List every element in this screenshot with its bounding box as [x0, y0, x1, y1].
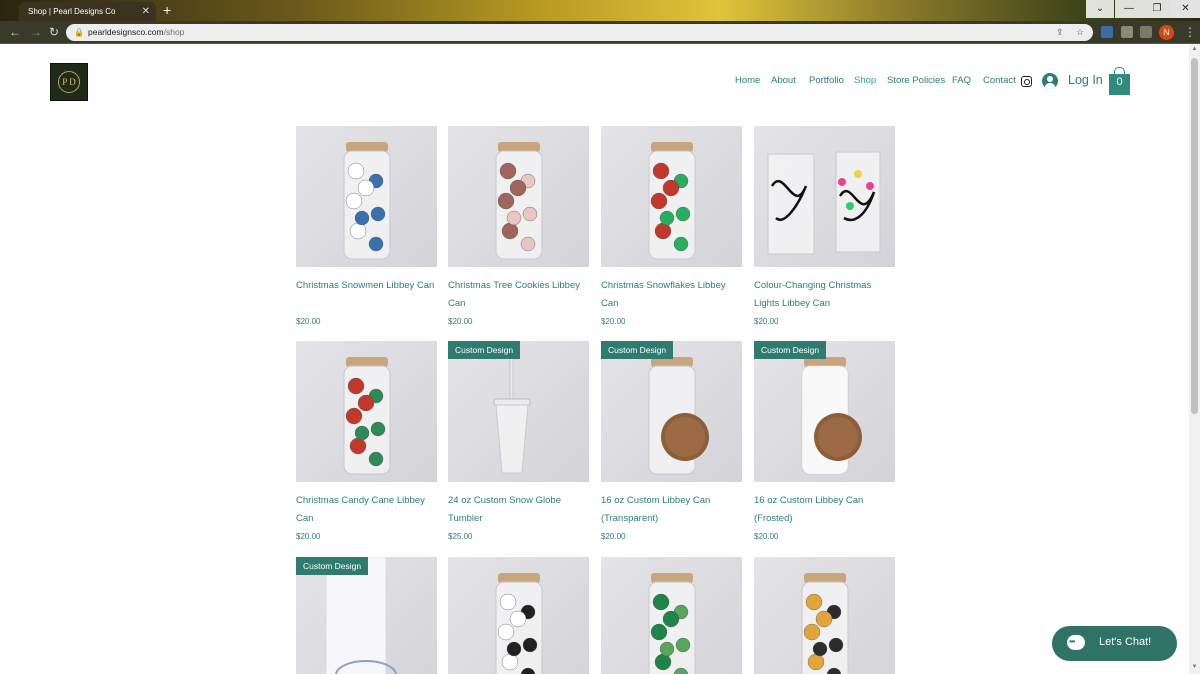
scroll-thumb[interactable]: [1191, 58, 1198, 414]
address-bar[interactable]: 🔒 pearldesignsco.com/shop ⇪ ☆: [66, 24, 1093, 41]
nav-about[interactable]: About: [771, 75, 796, 86]
chat-label: Let's Chat!: [1099, 636, 1152, 648]
product-price: $20.00: [754, 532, 779, 541]
chat-button[interactable]: Let's Chat!: [1052, 626, 1177, 661]
browser-tab[interactable]: Shop | Pearl Designs Co ✕: [19, 2, 156, 21]
browser-toolbar: ← → ↻ 🔒 pearldesignsco.com/shop ⇪ ☆ N ⋮: [0, 21, 1200, 44]
forward-arrow-icon[interactable]: →: [30, 21, 42, 44]
site-logo[interactable]: P D: [50, 63, 88, 101]
product-price: $20.00: [754, 317, 779, 326]
browser-menu-icon[interactable]: ⋮: [1184, 21, 1196, 44]
product-image[interactable]: [448, 557, 589, 674]
lock-icon: 🔒: [74, 28, 84, 37]
product-price: $20.00: [296, 532, 321, 541]
product-image[interactable]: [448, 126, 589, 267]
login-link[interactable]: Log In: [1068, 73, 1103, 87]
product-name[interactable]: Colour-Changing Christmas Lights Libbey …: [754, 277, 895, 312]
site-header: P D Home About Portfolio Shop Store Poli…: [0, 44, 1189, 120]
product-price: $20.00: [296, 317, 321, 326]
back-arrow-icon[interactable]: ←: [9, 21, 21, 44]
page-scrollbar[interactable]: ▲ ▼: [1189, 44, 1200, 674]
scroll-down-arrow-icon[interactable]: ▼: [1189, 664, 1200, 670]
product-image[interactable]: [754, 341, 895, 482]
product-ribbon: Custom Design: [754, 341, 827, 359]
bookmark-star-icon[interactable]: ☆: [1076, 24, 1084, 41]
new-tab-button[interactable]: +: [163, 1, 171, 19]
product-image[interactable]: [601, 126, 742, 267]
page-content: P D Home About Portfolio Shop Store Poli…: [0, 44, 1189, 674]
reading-list-icon[interactable]: [1121, 26, 1133, 38]
product-name[interactable]: Christmas Candy Cane Libbey Can: [296, 492, 437, 527]
nav-store-policies[interactable]: Store Policies: [887, 75, 945, 86]
product-image[interactable]: [601, 341, 742, 482]
tab-title: Shop | Pearl Designs Co: [28, 7, 116, 16]
tab-search-button[interactable]: ⌄: [1086, 0, 1114, 18]
nav-faq[interactable]: FAQ: [952, 75, 971, 86]
reload-icon[interactable]: ↻: [49, 21, 59, 44]
cart-button[interactable]: 0: [1109, 67, 1130, 95]
product-name[interactable]: Christmas Tree Cookies Libbey Can: [448, 277, 589, 312]
product-name[interactable]: Christmas Snowmen Libbey Can: [296, 277, 437, 295]
product-image[interactable]: [296, 341, 437, 482]
product-image[interactable]: [448, 341, 589, 482]
browser-titlebar: Shop | Pearl Designs Co ✕ + ⌄ — ❐ ✕: [0, 0, 1200, 21]
nav-contact[interactable]: Contact: [983, 75, 1016, 86]
share-icon[interactable]: ⇪: [1056, 24, 1064, 41]
side-panel-icon[interactable]: [1140, 26, 1152, 38]
product-ribbon: Custom Design: [448, 341, 521, 359]
scroll-up-arrow-icon[interactable]: ▲: [1189, 46, 1200, 52]
extension-icon[interactable]: [1101, 26, 1113, 38]
product-name[interactable]: Christmas Snowflakes Libbey Can: [601, 277, 742, 312]
product-image[interactable]: [754, 557, 895, 674]
user-account-icon[interactable]: [1042, 73, 1058, 89]
profile-avatar[interactable]: N: [1159, 25, 1174, 40]
product-name[interactable]: 24 oz Custom Snow Globe Tumbler: [448, 492, 589, 527]
product-price: $25.00: [448, 532, 473, 541]
nav-portfolio[interactable]: Portfolio: [809, 75, 844, 86]
product-ribbon: Custom Design: [601, 341, 674, 359]
product-name[interactable]: 16 oz Custom Libbey Can (Transparent): [601, 492, 742, 527]
product-price: $20.00: [601, 317, 626, 326]
nav-shop[interactable]: Shop: [854, 75, 876, 86]
nav-home[interactable]: Home: [735, 75, 760, 86]
logo-text: P D: [62, 77, 76, 87]
minimize-button[interactable]: —: [1115, 0, 1143, 18]
maximize-button[interactable]: ❐: [1143, 0, 1171, 18]
product-image[interactable]: [601, 557, 742, 674]
product-image[interactable]: [754, 126, 895, 267]
product-ribbon: Custom Design: [296, 557, 369, 575]
product-price: $20.00: [601, 532, 626, 541]
product-image[interactable]: [296, 126, 437, 267]
product-name[interactable]: 16 oz Custom Libbey Can (Frosted): [754, 492, 895, 527]
close-window-button[interactable]: ✕: [1171, 0, 1200, 18]
chat-bubble-icon: [1067, 635, 1085, 650]
instagram-icon[interactable]: [1021, 76, 1032, 87]
url-text: pearldesignsco.com/shop: [88, 27, 185, 37]
product-price: $20.00: [448, 317, 473, 326]
tab-close-icon[interactable]: ✕: [142, 2, 150, 21]
cart-count: 0: [1116, 76, 1123, 88]
